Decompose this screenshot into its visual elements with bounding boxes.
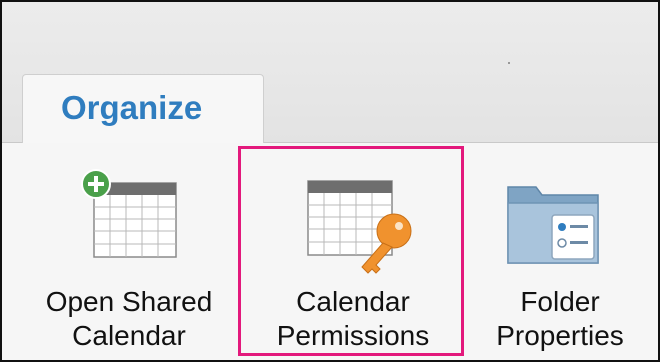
tab-organize-label: Organize bbox=[61, 89, 203, 126]
label-line-2: Calendar bbox=[72, 320, 186, 351]
calendar-permissions-highlight bbox=[238, 146, 464, 356]
header-dot bbox=[508, 62, 510, 64]
label-line-2: Properties bbox=[496, 320, 624, 351]
label-line-1: Folder bbox=[520, 286, 600, 317]
folder-properties-label: Folder Properties bbox=[480, 285, 640, 353]
label-line-1: Open Shared bbox=[45, 286, 213, 317]
tab-organize[interactable]: Organize bbox=[22, 74, 264, 144]
ribbon-header: Organize bbox=[2, 2, 658, 144]
open-shared-calendar-label: Open Shared Calendar bbox=[18, 285, 240, 353]
ribbon-window: Organize Open Shared Calendar Calendar P… bbox=[0, 0, 660, 362]
